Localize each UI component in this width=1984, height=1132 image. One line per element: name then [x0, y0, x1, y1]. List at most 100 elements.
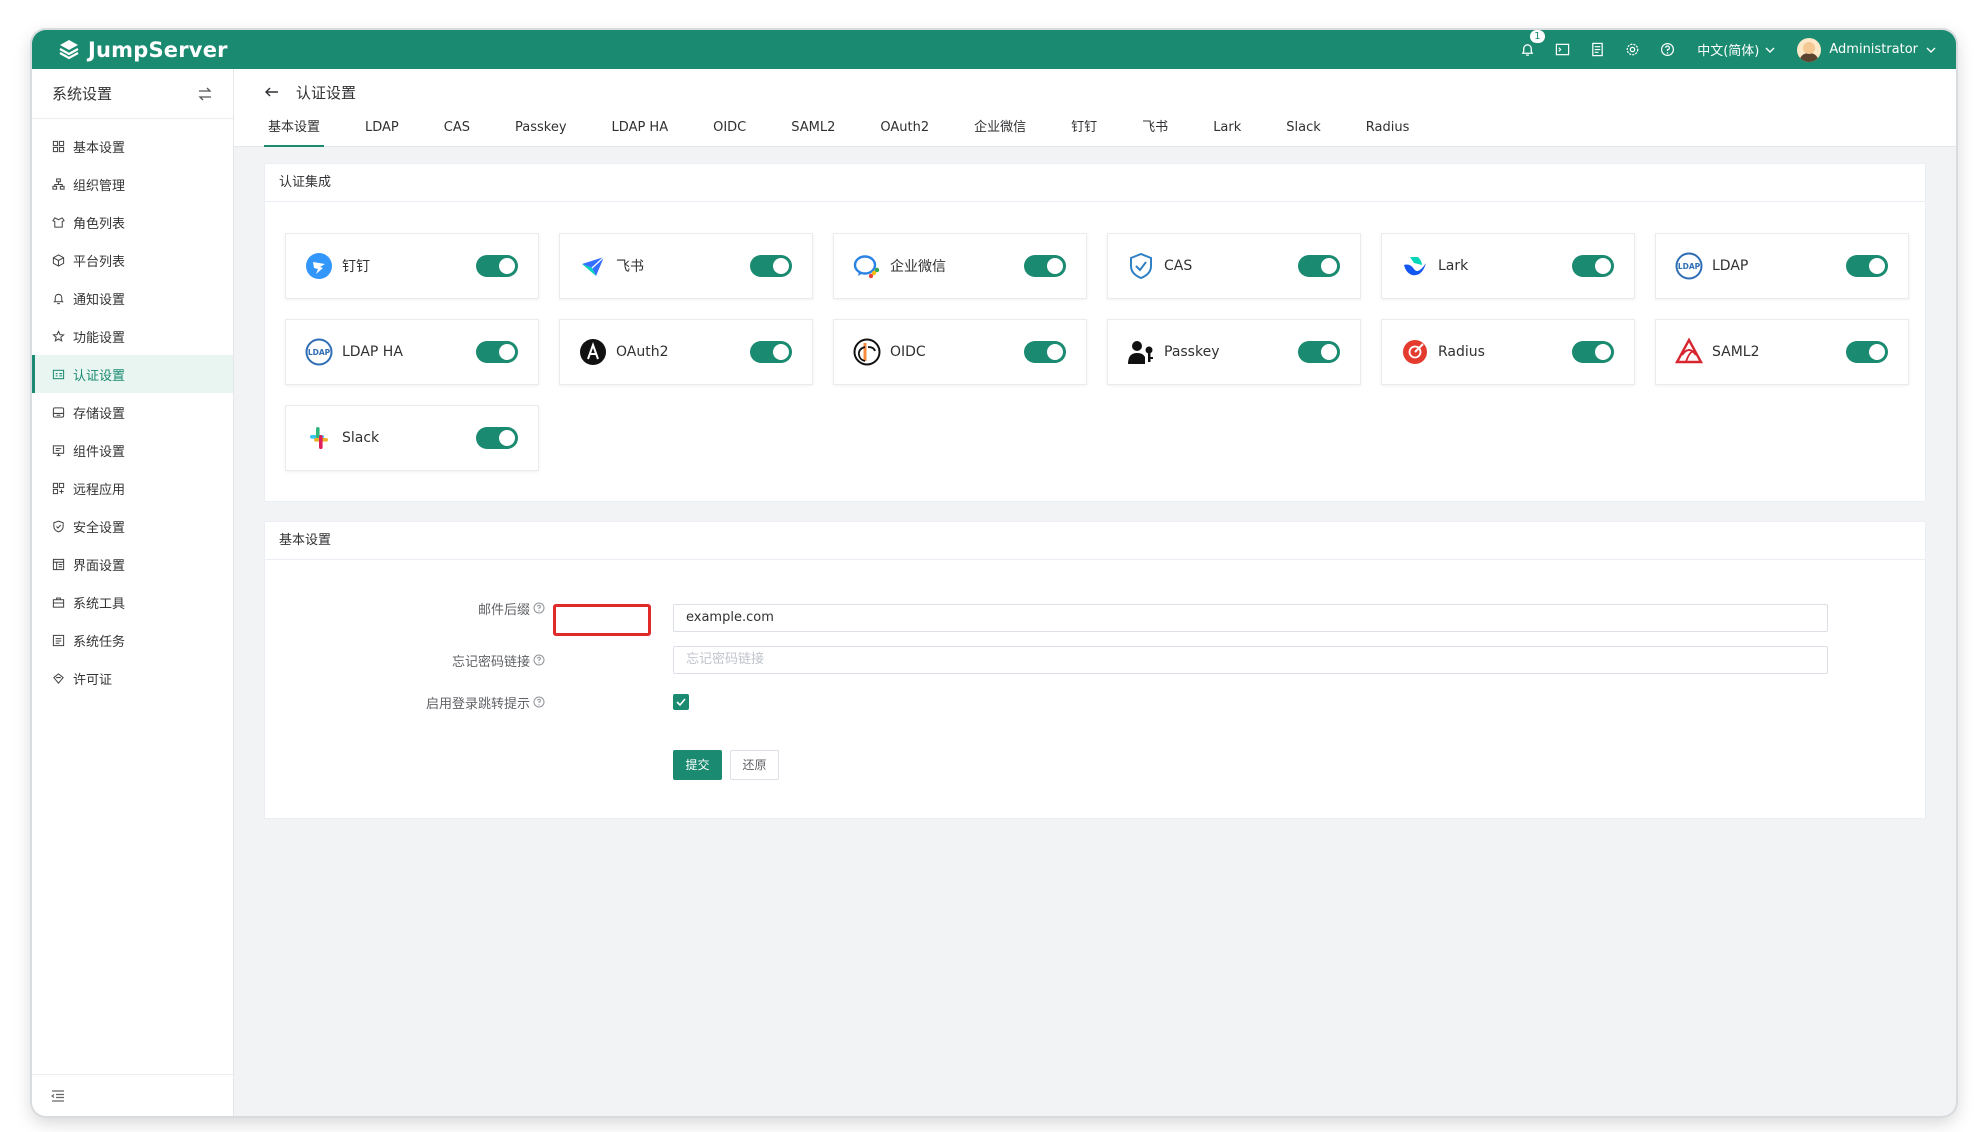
login-redirect-checkbox[interactable] [673, 694, 689, 710]
enable-toggle[interactable] [1572, 341, 1614, 363]
tab-1[interactable]: LDAP [365, 115, 399, 147]
sidebar-item-storage[interactable]: 存储设置 [32, 393, 233, 431]
integration-card-lark[interactable]: Lark [1381, 233, 1635, 299]
integration-card-label: OIDC [890, 344, 926, 360]
back-arrow-icon[interactable] [264, 84, 280, 100]
integration-card-oidc[interactable]: OIDC [833, 319, 1087, 385]
enable-toggle[interactable] [1298, 255, 1340, 277]
integration-card-label: OAuth2 [616, 344, 669, 360]
language-select[interactable]: 中文(简体) [1697, 40, 1775, 59]
sidebar-item-monitor[interactable]: 组件设置 [32, 431, 233, 469]
help-circle-icon[interactable] [533, 654, 545, 666]
tab-10[interactable]: 飞书 [1142, 115, 1168, 147]
tab-7[interactable]: OAuth2 [880, 115, 929, 147]
integration-card-ldap-ha[interactable]: LDAP LDAP HA [285, 319, 539, 385]
forgot-link-row: 忘记密码链接 [425, 646, 545, 674]
sidebar-item-grid[interactable]: 基本设置 [32, 127, 233, 165]
tab-11[interactable]: Lark [1213, 115, 1241, 147]
sidebar-item-role[interactable]: 角色列表 [32, 203, 233, 241]
enable-toggle[interactable] [1846, 341, 1888, 363]
terminal-button[interactable] [1545, 30, 1580, 69]
enable-toggle[interactable] [1298, 341, 1340, 363]
top-bar: JumpServer 1 中文(简体) Administrator [32, 30, 1956, 69]
integration-card-radius[interactable]: Radius [1381, 319, 1635, 385]
enable-toggle[interactable] [1572, 255, 1614, 277]
sidebar-item-apps[interactable]: 远程应用 [32, 469, 233, 507]
integration-card-ldap[interactable]: LDAP LDAP [1655, 233, 1909, 299]
breadcrumb: 认证设置 [234, 69, 1956, 115]
switch-view-icon[interactable] [197, 86, 213, 102]
enable-toggle[interactable] [1024, 341, 1066, 363]
help-circle-icon[interactable] [533, 602, 545, 614]
feishu-icon [578, 251, 608, 281]
enable-toggle[interactable] [476, 255, 518, 277]
sidebar-item-toolbox[interactable]: 系统工具 [32, 583, 233, 621]
oauth2-icon [578, 337, 608, 367]
basic-settings-title: 基本设置 [265, 522, 1925, 560]
integration-card-feishu[interactable]: 飞书 [559, 233, 813, 299]
tab-9[interactable]: 钉钉 [1071, 115, 1097, 147]
sidebar-item-license[interactable]: 许可证 [32, 659, 233, 697]
enable-toggle[interactable] [750, 341, 792, 363]
tab-12[interactable]: Slack [1286, 115, 1321, 147]
integration-card-saml2[interactable]: SAML2 [1655, 319, 1909, 385]
monitor-icon [52, 444, 65, 456]
reset-button[interactable]: 还原 [730, 750, 779, 780]
help-icon [1661, 42, 1675, 57]
integration-card-slack[interactable]: Slack [285, 405, 539, 471]
email-suffix-input[interactable]: example.com [673, 604, 1828, 632]
integration-card-label: 飞书 [616, 259, 644, 275]
integration-card-wecom[interactable]: 企业微信 [833, 233, 1087, 299]
grid-icon [52, 140, 65, 152]
integration-card-label: Lark [1438, 258, 1469, 274]
sidebar-item-task[interactable]: 系统任务 [32, 621, 233, 659]
tab-0[interactable]: 基本设置 [263, 115, 325, 147]
language-label: 中文(简体) [1697, 44, 1760, 59]
enable-toggle[interactable] [1024, 255, 1066, 277]
submit-button[interactable]: 提交 [673, 750, 722, 780]
sidebar-item-id-card[interactable]: 认证设置 [32, 355, 233, 393]
integration-card-oauth2[interactable]: OAuth2 [559, 319, 813, 385]
content-header: 认证设置 基本设置 LDAP CAS Passkey LDAP HA OIDC SAML2 O… [234, 69, 1956, 147]
document-icon [1592, 42, 1604, 57]
integration-card-dingtalk[interactable]: 钉钉 [285, 233, 539, 299]
user-menu[interactable]: Administrator [1797, 37, 1936, 62]
sidebar-item-star[interactable]: 功能设置 [32, 317, 233, 355]
help-circle-icon[interactable] [533, 696, 545, 708]
tab-13[interactable]: Radius [1366, 115, 1410, 147]
enable-toggle[interactable] [476, 341, 518, 363]
integration-card-passkey[interactable]: Passkey [1107, 319, 1361, 385]
sidebar-header: 系统设置 [32, 69, 233, 119]
license-icon [53, 672, 64, 684]
sidebar-footer [32, 1074, 233, 1116]
help-button[interactable] [1650, 30, 1685, 69]
sidebar-item-org[interactable]: 组织管理 [32, 165, 233, 203]
sidebar-item-cube[interactable]: 平台列表 [32, 241, 233, 279]
jumpserver-logo-icon [59, 39, 79, 59]
forgot-link-input[interactable]: 忘记密码链接 [673, 646, 1828, 674]
integration-card-label: Slack [342, 430, 380, 446]
enable-toggle[interactable] [750, 255, 792, 277]
cube-icon [52, 253, 65, 267]
tab-3[interactable]: Passkey [515, 115, 567, 147]
logo[interactable]: JumpServer [56, 37, 228, 63]
settings-button[interactable] [1615, 30, 1650, 69]
notification-button[interactable]: 1 [1510, 30, 1545, 69]
sidebar-item-bell[interactable]: 通知设置 [32, 279, 233, 317]
role-icon [52, 216, 65, 228]
collapse-menu-icon[interactable] [50, 1088, 66, 1104]
enable-toggle[interactable] [476, 427, 518, 449]
tab-8[interactable]: 企业微信 [974, 115, 1026, 147]
tab-2[interactable]: CAS [444, 115, 470, 147]
tab-6[interactable]: SAML2 [791, 115, 835, 147]
dingtalk-icon [304, 251, 334, 281]
tab-4[interactable]: LDAP HA [612, 115, 669, 147]
basic-settings-panel: 基本设置 邮件后缀 example.com 忘记密码链接 忘记密码链接 启用登录… [264, 521, 1926, 819]
sidebar-item-layout[interactable]: 界面设置 [32, 545, 233, 583]
sidebar-item-shield[interactable]: 安全设置 [32, 507, 233, 545]
integration-card-label: Radius [1438, 344, 1485, 360]
docs-button[interactable] [1580, 30, 1615, 69]
enable-toggle[interactable] [1846, 255, 1888, 277]
integration-card-cas-shield[interactable]: CAS [1107, 233, 1361, 299]
tab-5[interactable]: OIDC [713, 115, 746, 147]
